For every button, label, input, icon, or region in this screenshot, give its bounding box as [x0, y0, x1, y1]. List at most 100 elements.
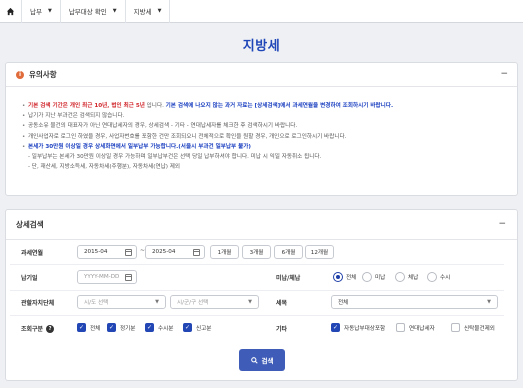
- breadcrumb-pay-target[interactable]: 납부대상 확인 ▼: [61, 0, 126, 23]
- checkbox-exclude-trust[interactable]: 신탁물건제외: [451, 323, 495, 332]
- date-to-value: 2025-04: [152, 249, 176, 255]
- checkbox-all[interactable]: ✓ 전체: [77, 323, 100, 332]
- notice-highlight: 본세가 30만원 이상일 경우 상세화면에서 일부납부 가능합니다.(서울시 부…: [28, 143, 251, 150]
- checkbox-label: 자동납부대상포함: [344, 325, 386, 332]
- notice-text: 입니다.: [144, 103, 166, 109]
- sigungu-select[interactable]: 시/군/구 선택 ▼: [170, 295, 259, 309]
- checkbox-label: 수시분: [158, 325, 174, 332]
- notice-title: 유의사항: [29, 70, 57, 79]
- checkbox-checked-icon: ✓: [107, 323, 116, 332]
- breadcrumb-pay[interactable]: 납부 ▼: [22, 0, 61, 23]
- radio-unselected-icon: [362, 272, 372, 282]
- checkbox-joint-taxpayer[interactable]: 연대납세자: [396, 323, 435, 332]
- checkbox-label: 신고분: [196, 325, 212, 332]
- divider: [10, 290, 504, 291]
- notice-highlight: 기본 검색에 나오지 않는 과거 자료는 [상세검색]에서 과세연월을 변경하여…: [165, 103, 394, 109]
- tax-item-label: 세목: [276, 300, 288, 307]
- radio-unpaid[interactable]: 미납: [362, 272, 385, 282]
- notice-line: 납기가 지난 부과건은 검색되지 않습니다.: [22, 111, 517, 121]
- checkbox-checked-icon: ✓: [183, 323, 192, 332]
- checkbox-label: 전체: [90, 325, 101, 332]
- checkbox-occasional[interactable]: ✓ 수시분: [145, 323, 173, 332]
- caret-down-icon: ▼: [47, 8, 52, 14]
- tax-item-select[interactable]: 전체 ▼: [331, 295, 498, 309]
- notice-line: 기본 검색 기간은 개인 최근 10년, 법인 최근 5년 입니다. 기본 검색…: [22, 101, 517, 111]
- chevron-down-icon: ▼: [155, 299, 159, 305]
- sido-placeholder: 시/도 선택: [84, 300, 109, 306]
- notice-line: 본세가 30만원 이상일 경우 상세화면에서 일부납부 가능합니다.(서울시 부…: [22, 142, 517, 152]
- checkbox-auto-pay[interactable]: ✓ 자동납부대상포함: [331, 323, 385, 332]
- radio-all[interactable]: 전체: [333, 272, 356, 282]
- checkbox-label: 연대납세자: [409, 325, 435, 332]
- checkbox-unchecked-icon: [396, 323, 405, 332]
- query-type-text: 조회구분: [21, 326, 44, 333]
- due-date-input[interactable]: YYYY-MM-DD: [77, 270, 137, 284]
- page-title: 지방세: [242, 39, 281, 54]
- notice-header[interactable]: i 유의사항: [6, 63, 517, 87]
- period-1month-button[interactable]: 1개월: [210, 245, 239, 259]
- checkbox-label: 신탁물건제외: [464, 325, 495, 332]
- query-type-label: 조회구분 ?: [21, 324, 55, 333]
- collapse-icon[interactable]: −: [500, 69, 508, 79]
- calendar-icon[interactable]: [125, 249, 132, 256]
- radio-label: 체납: [408, 275, 419, 281]
- notice-panel: i 유의사항 − 기본 검색 기간은 개인 최근 10년, 법인 최근 5년 입…: [5, 62, 518, 196]
- radio-occasional[interactable]: 수시: [427, 272, 450, 282]
- notice-subline: - 단, 재산세, 지방소득세, 자동차세(주행분), 자동차세(연납) 제외: [28, 164, 181, 171]
- date-from-value: 2015-04: [84, 249, 108, 255]
- date-to-input[interactable]: 2025-04: [145, 245, 205, 259]
- search-title: 상세검색: [16, 220, 44, 229]
- date-from-input[interactable]: 2015-04: [77, 245, 137, 259]
- due-date-label: 납기일: [21, 275, 38, 282]
- caret-down-icon: ▼: [112, 8, 117, 14]
- period-12month-button[interactable]: 12개월: [305, 245, 334, 259]
- checkbox-label: 정기분: [120, 325, 136, 332]
- calendar-icon[interactable]: [125, 274, 132, 281]
- radio-label: 미납: [375, 275, 386, 281]
- checkbox-reported[interactable]: ✓ 신고분: [183, 323, 211, 332]
- checkbox-unchecked-icon: [451, 323, 460, 332]
- search-icon: [250, 356, 258, 364]
- home-button[interactable]: [0, 0, 22, 23]
- radio-label: 수시: [440, 275, 451, 281]
- period-6month-button[interactable]: 6개월: [274, 245, 303, 259]
- notice-body: 기본 검색 기간은 개인 최근 10년, 법인 최근 5년 입니다. 기본 검색…: [6, 87, 517, 172]
- checkbox-checked-icon: ✓: [77, 323, 86, 332]
- payment-status-label: 미납/체납: [276, 275, 301, 282]
- sigungu-placeholder: 시/군/구 선택: [177, 300, 209, 306]
- search-button[interactable]: 검색: [239, 349, 285, 371]
- notice-line: 개인사업자로 로그인 하였을 경우, 사업자번호를 포함한 건만 조회되오니 전…: [22, 132, 517, 142]
- top-nav: 납부 ▼ 납부대상 확인 ▼ 지방세 ▼: [0, 0, 523, 23]
- collapse-icon[interactable]: −: [498, 219, 506, 229]
- breadcrumb-label: 납부: [30, 8, 42, 16]
- help-icon[interactable]: ?: [46, 324, 55, 333]
- divider: [10, 315, 504, 316]
- search-button-label: 검색: [261, 357, 274, 365]
- tax-item-value: 전체: [338, 300, 349, 306]
- breadcrumb-label: 납부대상 확인: [68, 8, 107, 16]
- notice-highlight: 기본 검색 기간은 개인 최근 10년, 법인 최근 5년: [28, 103, 145, 109]
- divider: [10, 264, 504, 265]
- radio-unselected-icon: [395, 272, 405, 282]
- caret-down-icon: ▼: [157, 8, 162, 14]
- radio-label: 전체: [346, 275, 357, 281]
- due-date-placeholder: YYYY-MM-DD: [84, 274, 120, 280]
- checkbox-checked-icon: ✓: [331, 323, 340, 332]
- home-icon: [6, 7, 15, 15]
- search-header[interactable]: 상세검색: [6, 210, 517, 240]
- etc-label: 기타: [276, 326, 288, 333]
- breadcrumb-label: 지방세: [133, 8, 152, 16]
- calendar-icon[interactable]: [193, 249, 200, 256]
- chevron-down-icon: ▼: [248, 299, 252, 305]
- breadcrumb-local-tax[interactable]: 지방세 ▼: [126, 0, 171, 23]
- radio-unselected-icon: [427, 272, 437, 282]
- chevron-down-icon: ▼: [487, 299, 491, 305]
- checkbox-checked-icon: ✓: [145, 323, 154, 332]
- notice-line: 공동소유 물건의 대표자가 아닌 연대납세자의 경우, 상세검색 - 기타 - …: [22, 121, 517, 131]
- checkbox-regular[interactable]: ✓ 정기분: [107, 323, 135, 332]
- period-3month-button[interactable]: 3개월: [242, 245, 271, 259]
- info-icon: i: [16, 70, 24, 79]
- sido-select[interactable]: 시/도 선택 ▼: [77, 295, 166, 309]
- radio-overdue[interactable]: 체납: [395, 272, 418, 282]
- region-label: 관할자치단체: [21, 300, 55, 307]
